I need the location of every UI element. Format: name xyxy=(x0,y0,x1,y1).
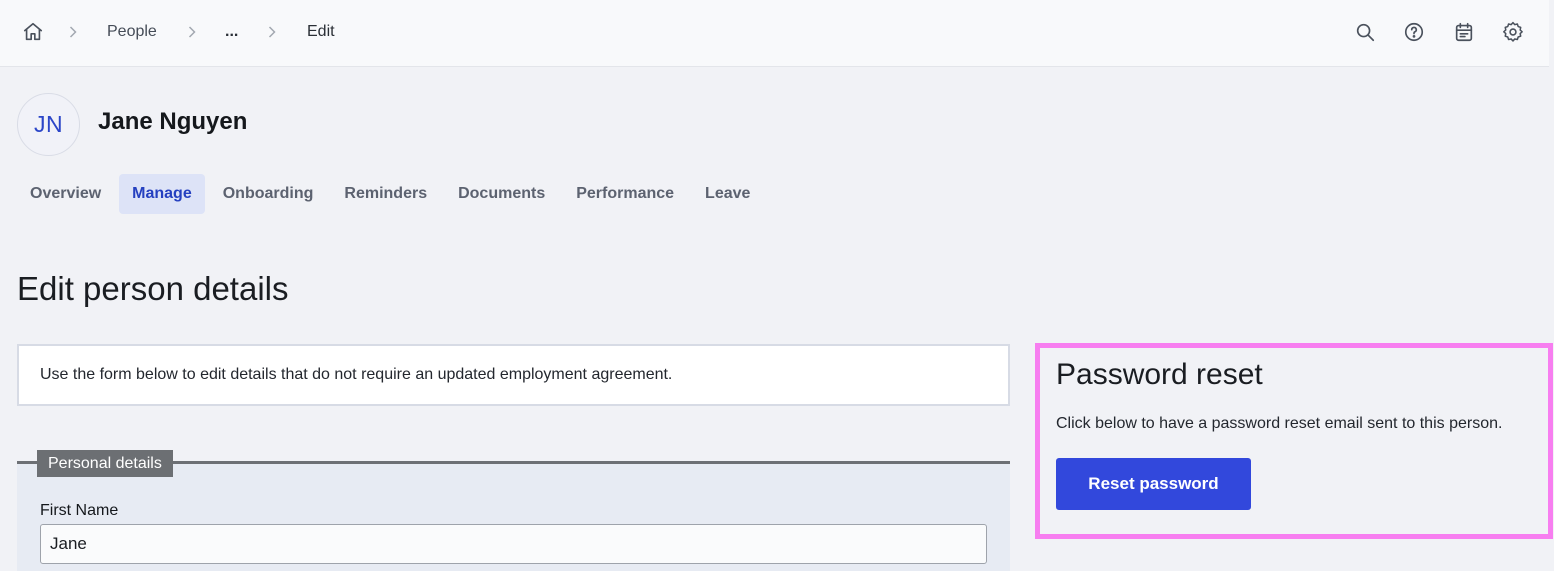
avatar: JN xyxy=(17,93,80,156)
tab-reminders[interactable]: Reminders xyxy=(331,174,440,214)
person-name: Jane Nguyen xyxy=(98,108,248,135)
info-message-text: Use the form below to edit details that … xyxy=(40,366,673,383)
search-icon[interactable] xyxy=(1353,20,1377,44)
breadcrumb-home-link[interactable] xyxy=(22,0,44,64)
breadcrumb-current: Edit xyxy=(307,23,335,40)
personal-details-legend: Personal details xyxy=(37,450,173,477)
tab-onboarding[interactable]: Onboarding xyxy=(210,174,327,214)
password-reset-title: Password reset xyxy=(1056,358,1263,391)
first-name-label: First Name xyxy=(40,502,119,519)
info-message: Use the form below to edit details that … xyxy=(17,344,1010,406)
tab-bar: Overview Manage Onboarding Reminders Doc… xyxy=(17,174,768,214)
chevron-right-icon xyxy=(265,0,279,64)
chevron-right-icon xyxy=(66,0,80,64)
first-name-input[interactable] xyxy=(40,524,987,564)
tab-documents[interactable]: Documents xyxy=(445,174,558,214)
chevron-right-icon xyxy=(185,0,199,64)
top-bar: People ... Edit xyxy=(0,0,1549,67)
tab-performance[interactable]: Performance xyxy=(563,174,687,214)
help-icon[interactable] xyxy=(1402,20,1426,44)
page-title: Edit person details xyxy=(17,270,289,307)
tab-overview[interactable]: Overview xyxy=(17,174,114,214)
home-icon xyxy=(22,21,44,43)
settings-icon[interactable] xyxy=(1501,20,1525,44)
password-reset-description: Click below to have a password reset ema… xyxy=(1056,415,1503,432)
breadcrumb-people-link[interactable]: People xyxy=(107,0,157,64)
tab-manage[interactable]: Manage xyxy=(119,174,205,214)
tab-leave[interactable]: Leave xyxy=(692,174,763,214)
calendar-icon[interactable] xyxy=(1452,20,1476,44)
reset-password-button[interactable]: Reset password xyxy=(1056,458,1251,510)
breadcrumb-ellipsis[interactable]: ... xyxy=(225,0,238,64)
